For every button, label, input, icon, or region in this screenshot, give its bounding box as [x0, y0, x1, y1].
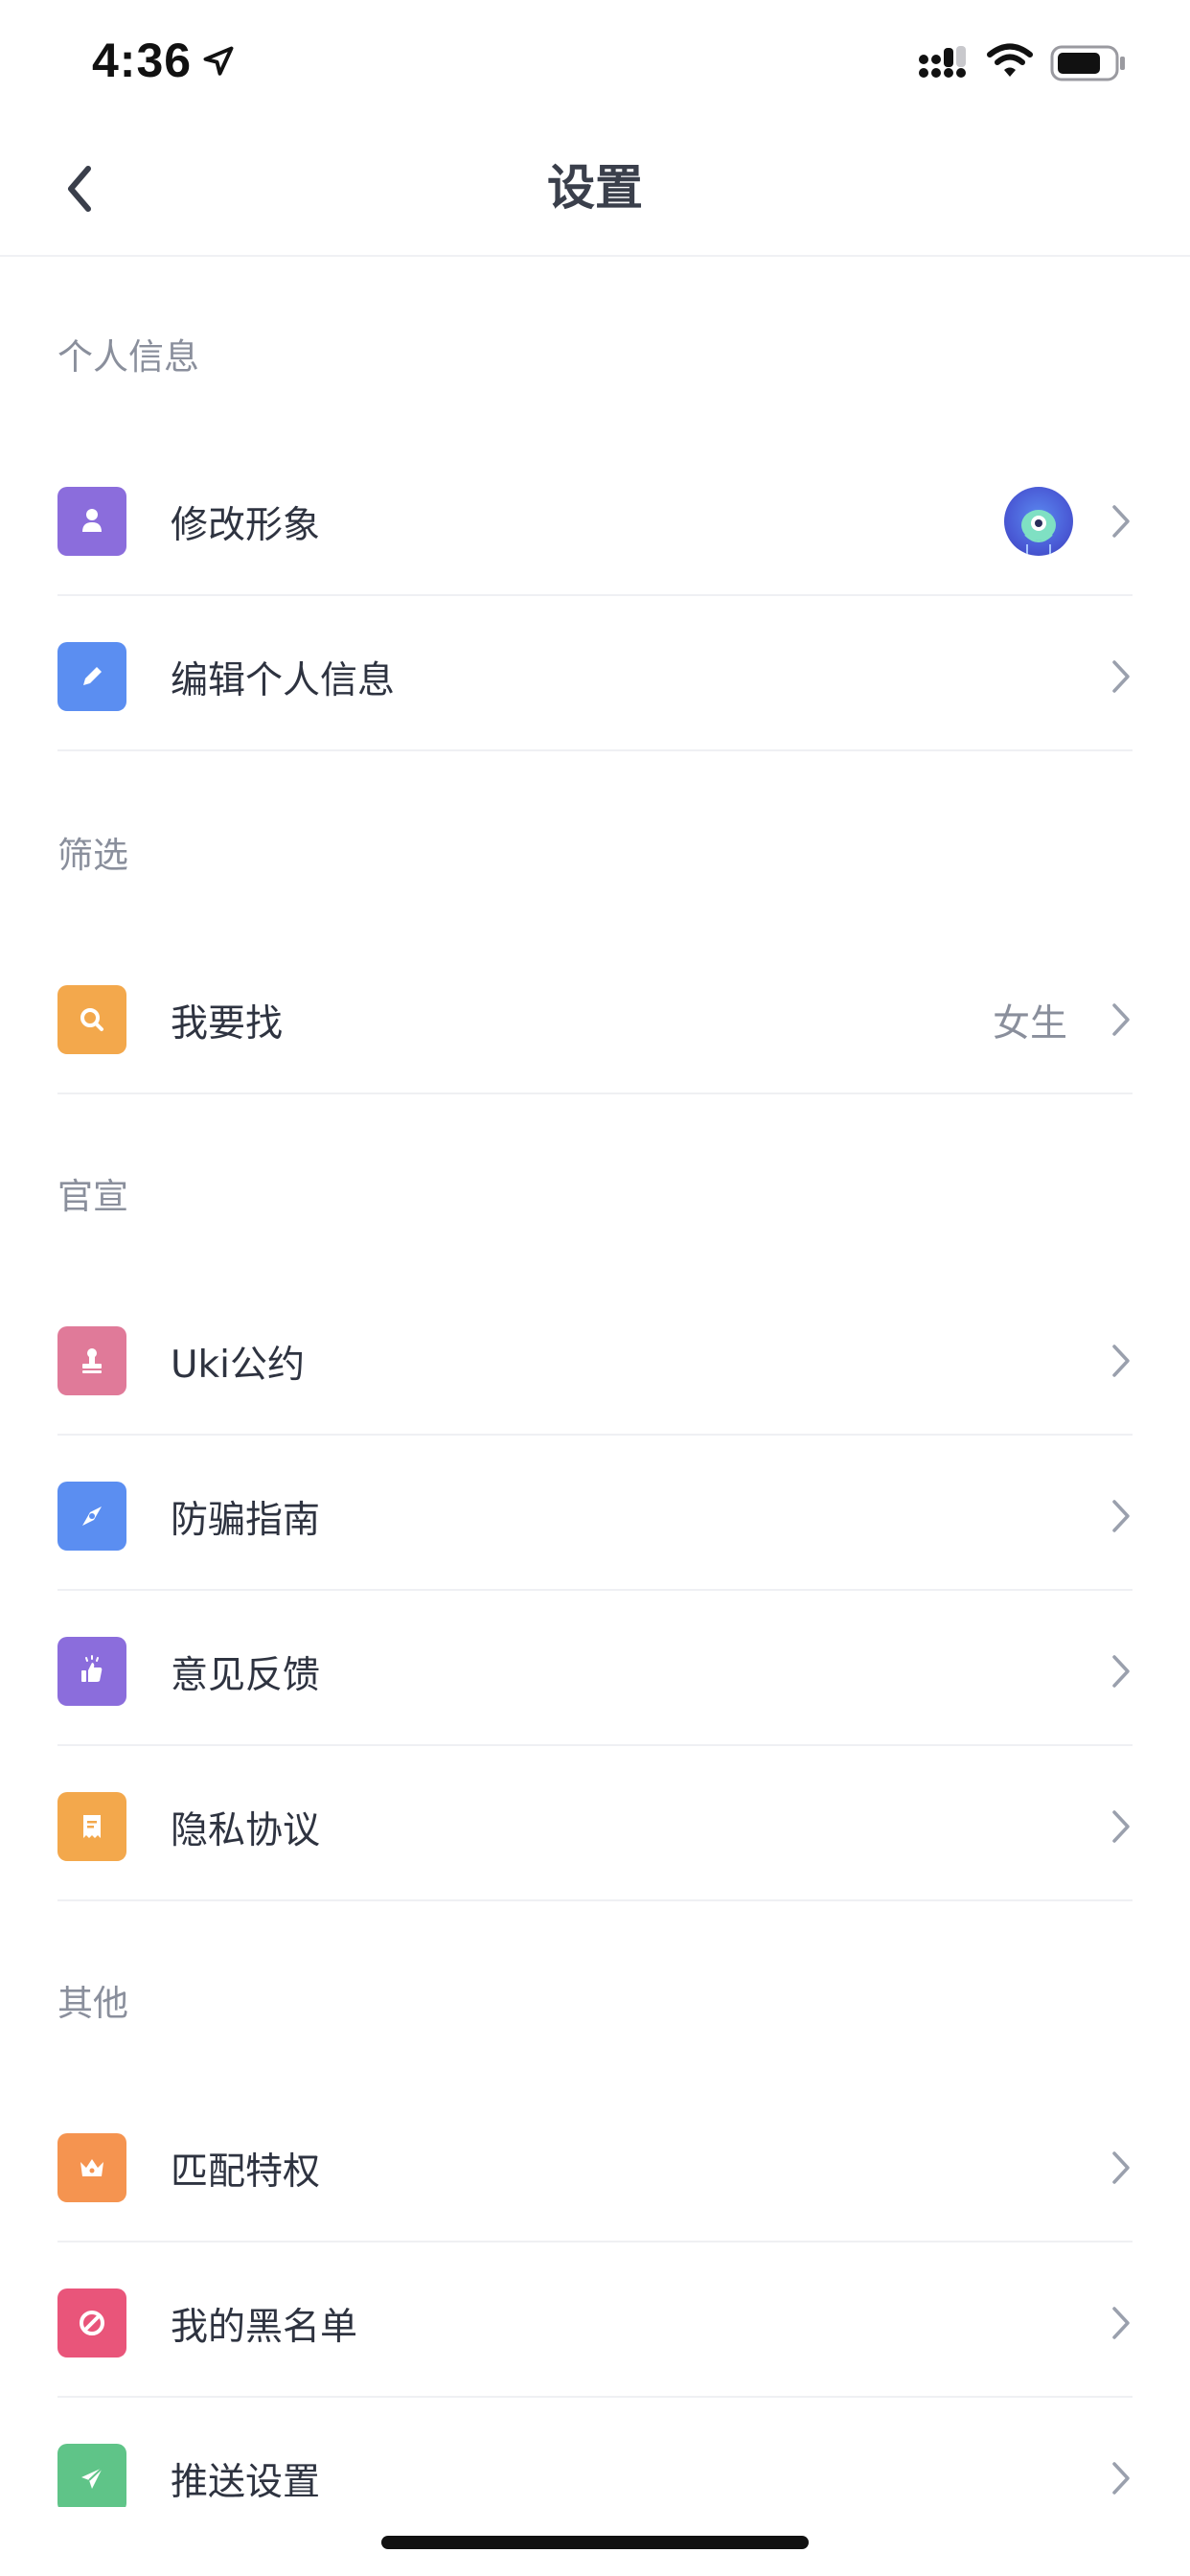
stamp-icon — [82, 1348, 102, 1373]
home-indicator[interactable] — [381, 2536, 809, 2549]
section-title-personal-info: 个人信息 — [57, 336, 199, 378]
document-icon — [83, 1815, 101, 1838]
chevron-right-icon — [1112, 505, 1130, 538]
chevron-right-icon — [1112, 1655, 1130, 1688]
section-title-official: 官宣 — [57, 1176, 128, 1217]
chevron-right-icon — [1112, 660, 1130, 693]
section-title-other: 其他 — [57, 1983, 128, 2024]
row-icon-box — [57, 642, 126, 711]
chevron-right-icon — [1112, 1003, 1130, 1036]
status-bar: 4:36 — [0, 0, 1190, 126]
row-label: 我要找 — [171, 1002, 284, 1046]
row-label: 匹配特权 — [171, 2150, 321, 2194]
settings-row-edit-profile[interactable]: 编辑个人信息 — [57, 598, 1133, 751]
search-icon — [80, 1008, 103, 1031]
divider — [57, 1092, 1133, 1094]
settings-row-blacklist[interactable]: 我的黑名单 — [57, 2244, 1133, 2398]
cellular-signal-icon — [919, 46, 966, 78]
row-icon-box — [57, 1792, 126, 1861]
divider — [57, 1744, 1133, 1746]
settings-row-looking-for[interactable]: 我要找 女生 — [57, 941, 1133, 1094]
row-label: 意见反馈 — [171, 1654, 321, 1697]
avatar — [1004, 487, 1073, 556]
divider — [57, 2241, 1133, 2242]
settings-row-anti-fraud-guide[interactable]: 防骗指南 — [57, 1438, 1133, 1591]
person-icon — [82, 509, 102, 532]
row-label: 我的黑名单 — [171, 2306, 358, 2349]
page-title: 设置 — [547, 160, 643, 216]
compass-icon — [82, 1506, 102, 1526]
settings-row-push-settings[interactable]: 推送设置 — [57, 2400, 1133, 2507]
row-icon-box — [57, 985, 126, 1054]
row-icon-box — [57, 1482, 126, 1551]
row-icon-box — [57, 1637, 126, 1706]
location-arrow-icon — [203, 46, 234, 76]
row-label: 编辑个人信息 — [171, 659, 396, 702]
row-icon-box — [57, 2444, 126, 2507]
settings-row-privacy-policy[interactable]: 隐私协议 — [57, 1748, 1133, 1901]
divider — [57, 1589, 1133, 1591]
row-label: 修改形象 — [171, 504, 321, 547]
row-icon-box — [57, 2133, 126, 2202]
navigation-bar: 设置 — [0, 126, 1190, 257]
battery-icon — [1050, 45, 1125, 81]
pencil-icon — [83, 667, 102, 685]
settings-row-uki-convention[interactable]: Uki公约 — [57, 1282, 1133, 1436]
chevron-right-icon — [1112, 2307, 1130, 2339]
paper-plane-icon — [81, 2467, 103, 2489]
row-value: 女生 — [992, 1002, 1067, 1046]
block-icon — [80, 2311, 104, 2335]
row-label: 推送设置 — [171, 2461, 321, 2504]
row-label: 隐私协议 — [171, 1809, 321, 1852]
row-label: Uki公约 — [171, 1344, 305, 1387]
settings-row-change-avatar[interactable]: 修改形象 — [57, 443, 1133, 596]
divider — [57, 594, 1133, 596]
chevron-right-icon — [1112, 1500, 1130, 1532]
divider — [57, 1899, 1133, 1901]
section-title-filter: 筛选 — [57, 835, 128, 876]
crown-icon — [80, 2159, 103, 2176]
settings-row-match-privilege[interactable]: 匹配特权 — [57, 2089, 1133, 2242]
wifi-icon — [987, 43, 1033, 77]
status-time: 4:36 — [92, 34, 193, 87]
row-icon-box — [57, 1326, 126, 1395]
chevron-right-icon — [1112, 2462, 1130, 2495]
divider — [57, 749, 1133, 751]
row-icon-box — [57, 487, 126, 556]
settings-row-feedback[interactable]: 意见反馈 — [57, 1593, 1133, 1746]
chevron-right-icon — [1112, 1810, 1130, 1843]
chevron-right-icon — [1112, 1345, 1130, 1377]
thumbs-up-icon — [81, 1655, 103, 1682]
divider — [57, 2396, 1133, 2398]
chevron-right-icon — [1112, 2151, 1130, 2184]
row-label: 防骗指南 — [171, 1499, 321, 1542]
row-icon-box — [57, 2288, 126, 2358]
divider — [57, 1434, 1133, 1436]
